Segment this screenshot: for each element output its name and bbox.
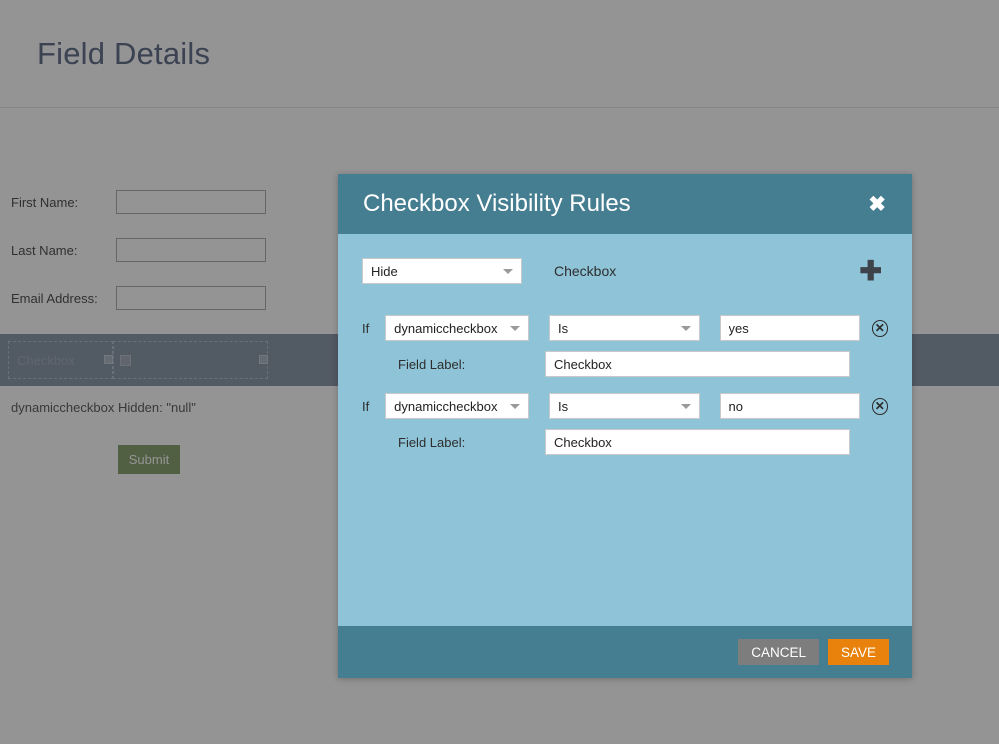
if-label: If bbox=[362, 320, 370, 336]
dialog-header: Checkbox Visibility Rules ✖ bbox=[338, 174, 912, 234]
cancel-button[interactable]: CANCEL bbox=[738, 639, 819, 665]
chevron-down-icon bbox=[680, 404, 691, 409]
field-label-caption: Field Label: bbox=[398, 434, 466, 450]
rule-field-value: dynamiccheckbox bbox=[394, 398, 498, 414]
visibility-action-select[interactable]: Hide bbox=[362, 258, 522, 284]
close-icon[interactable]: ✖ bbox=[868, 194, 886, 215]
rule-block: If dynamiccheckbox Is ✕ Field Label: bbox=[362, 392, 888, 456]
rule-block: If dynamiccheckbox Is ✕ Field Label: bbox=[362, 314, 888, 378]
app-root: Field Details First Name: Last Name: Ema… bbox=[0, 0, 999, 744]
rule-field-label-row: Field Label: bbox=[362, 428, 888, 456]
rule-condition-row: If dynamiccheckbox Is ✕ bbox=[362, 314, 888, 342]
target-field-name: Checkbox bbox=[554, 263, 617, 279]
rule-field-label-row: Field Label: bbox=[362, 350, 888, 378]
chevron-down-icon bbox=[509, 326, 520, 331]
rule-field-select[interactable]: dynamiccheckbox bbox=[385, 393, 529, 419]
save-button[interactable]: SAVE bbox=[827, 639, 889, 665]
delete-rule-icon[interactable]: ✕ bbox=[871, 319, 888, 337]
chevron-down-icon bbox=[509, 404, 520, 409]
dialog-title: Checkbox Visibility Rules bbox=[363, 190, 631, 217]
rule-operator-value: Is bbox=[557, 398, 569, 414]
chevron-down-icon bbox=[503, 269, 513, 274]
rule-value-input[interactable] bbox=[719, 393, 860, 419]
delete-rule-icon[interactable]: ✕ bbox=[871, 397, 888, 415]
field-label-input[interactable] bbox=[545, 351, 850, 377]
chevron-down-icon bbox=[680, 326, 691, 331]
rule-value-input[interactable] bbox=[719, 315, 860, 341]
field-label-input[interactable] bbox=[545, 429, 850, 455]
if-label: If bbox=[362, 398, 370, 414]
rule-operator-select[interactable]: Is bbox=[548, 393, 700, 419]
rule-condition-row: If dynamiccheckbox Is ✕ bbox=[362, 392, 888, 420]
dialog-body: Hide Checkbox ✚ If dynamiccheckbox Is ye… bbox=[338, 234, 912, 626]
rule-operator-select[interactable]: Is bbox=[548, 315, 700, 341]
dialog-footer: CANCEL SAVE bbox=[338, 626, 912, 678]
visibility-rules-dialog: Checkbox Visibility Rules ✖ Hide Checkbo… bbox=[338, 174, 912, 678]
add-rule-button[interactable]: ✚ bbox=[853, 257, 888, 285]
rule-field-value: dynamiccheckbox bbox=[394, 320, 498, 336]
field-label-caption: Field Label: bbox=[398, 356, 466, 372]
rule-field-select[interactable]: dynamiccheckbox bbox=[385, 315, 529, 341]
visibility-action-value: Hide bbox=[371, 263, 398, 279]
visibility-action-row: Hide Checkbox ✚ bbox=[362, 256, 888, 286]
rule-operator-value: Is bbox=[557, 320, 569, 336]
